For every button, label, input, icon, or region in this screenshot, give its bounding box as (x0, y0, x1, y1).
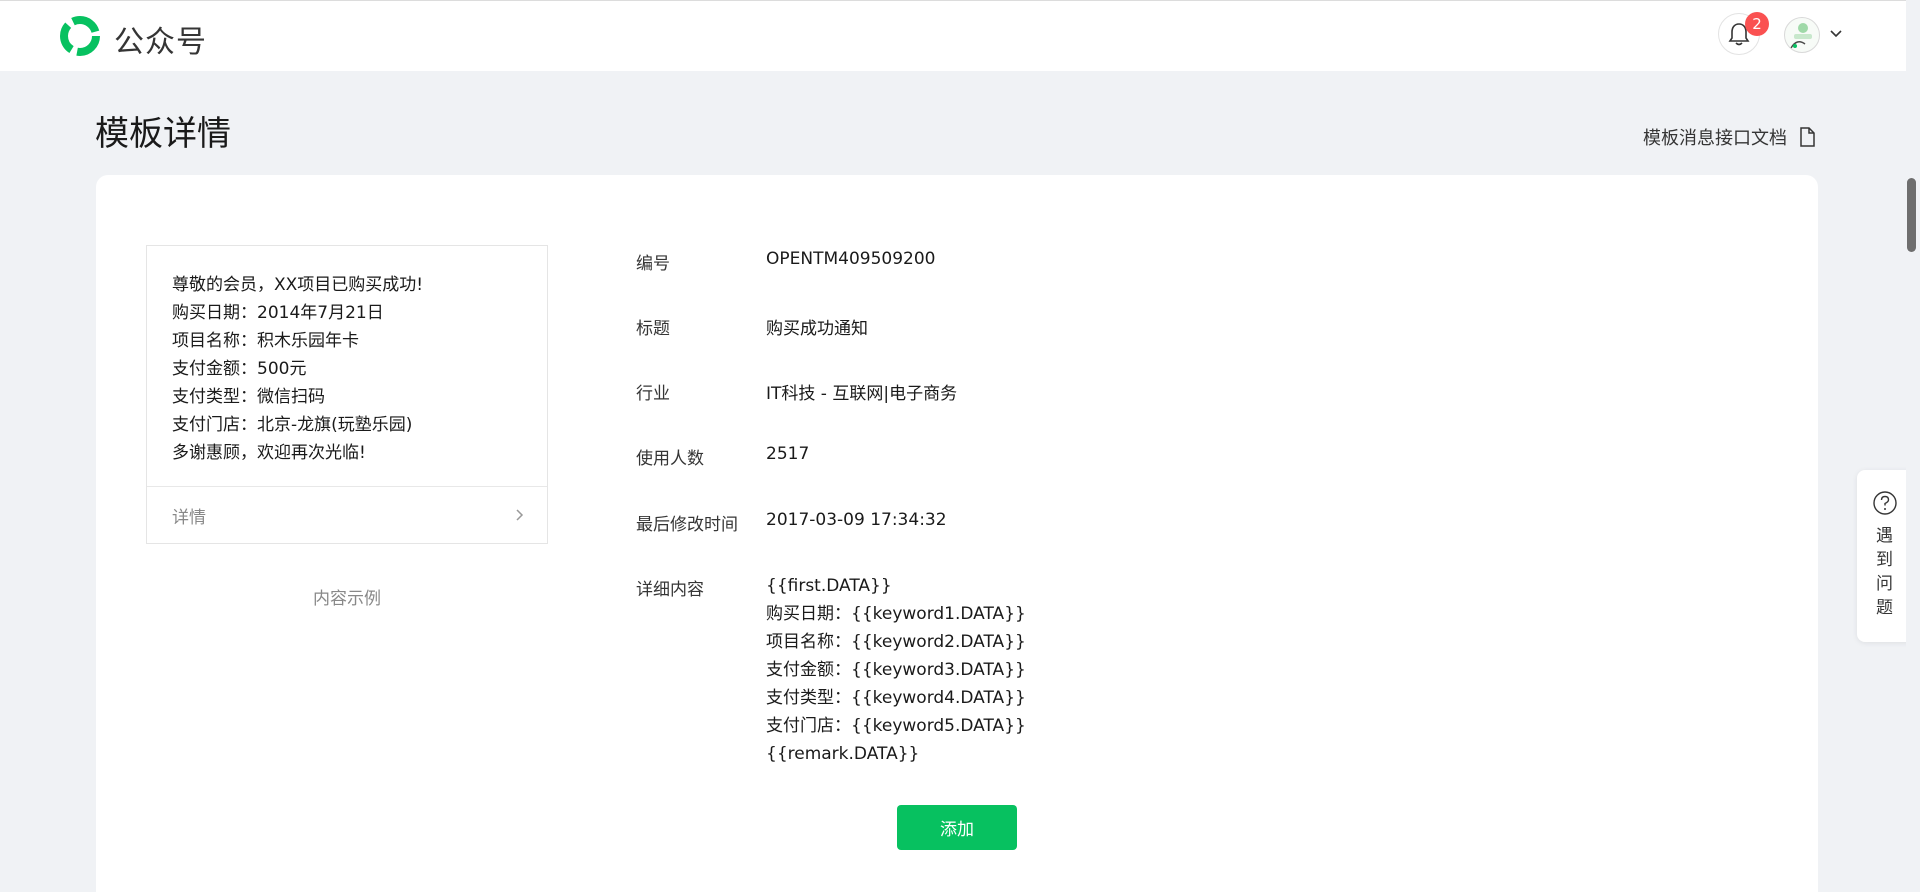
preview-line: 支付金额：500元 (172, 359, 307, 379)
detail-line: 项目名称：{{keyword2.DATA}} (766, 632, 1026, 652)
preview-line: 尊敬的会员，XX项目已购买成功! (172, 275, 424, 295)
title-label: 标题 (636, 319, 670, 339)
industry-value: IT科技 - 互联网|电子商务 (766, 384, 958, 404)
doc-link-label: 模板消息接口文档 (1643, 128, 1787, 149)
preview-line: 购买日期：2014年7月21日 (172, 303, 384, 323)
preview-details-label: 详情 (172, 507, 206, 528)
avatar-image-icon (1790, 23, 1812, 49)
detail-line: {{first.DATA}} (766, 576, 892, 596)
users-value: 2517 (766, 444, 810, 464)
message-preview-content: 尊敬的会员，XX项目已购买成功! 购买日期：2014年7月21日 项目名称：积木… (147, 246, 547, 467)
detail-line: 支付门店：{{keyword5.DATA}} (766, 716, 1026, 736)
add-template-button[interactable]: 添加 (897, 805, 1017, 850)
message-preview-card: 尊敬的会员，XX项目已购买成功! 购买日期：2014年7月21日 项目名称：积木… (146, 245, 548, 544)
industry-label: 行业 (636, 384, 670, 404)
detail-line: 支付金额：{{keyword3.DATA}} (766, 660, 1026, 680)
template-api-doc-link[interactable]: 模板消息接口文档 (1643, 124, 1815, 150)
preview-line: 支付类型：微信扫码 (172, 387, 325, 407)
detail-line: 购买日期：{{keyword1.DATA}} (766, 604, 1026, 624)
id-value: OPENTM409509200 (766, 249, 936, 269)
preview-line: 项目名称：积木乐园年卡 (172, 331, 359, 351)
help-label: 遇到问题 (1876, 526, 1893, 618)
document-icon (1800, 127, 1815, 147)
user-avatar[interactable] (1784, 17, 1820, 53)
page-scrollbar[interactable] (1906, 0, 1920, 892)
page-title: 模板详情 (95, 114, 231, 154)
modified-label: 最后修改时间 (636, 515, 738, 535)
chevron-down-icon[interactable] (1829, 29, 1843, 39)
id-label: 编号 (636, 254, 670, 274)
help-float-button[interactable]: 遇到问题 (1857, 470, 1912, 642)
detail-label: 详细内容 (636, 580, 704, 600)
preview-line: 支付门店：北京-龙旗(玩塾乐园) (172, 415, 413, 435)
users-label: 使用人数 (636, 449, 704, 469)
chevron-right-icon (516, 509, 524, 521)
preview-caption: 内容示例 (313, 589, 381, 609)
question-circle-icon (1872, 491, 1897, 515)
top-navigation-bar: 公众号 2 (0, 0, 1920, 71)
page-scrollbar-thumb[interactable] (1907, 178, 1916, 252)
preview-details-link[interactable]: 详情 (147, 486, 547, 543)
notification-count-badge: 2 (1745, 12, 1769, 36)
brand-name[interactable]: 公众号 (114, 17, 207, 61)
detail-line: {{remark.DATA}} (766, 744, 920, 764)
detail-content: {{first.DATA}} 购买日期：{{keyword1.DATA}} 项目… (766, 572, 1026, 768)
wechat-official-account-logo-icon[interactable] (60, 16, 100, 56)
title-value: 购买成功通知 (766, 319, 868, 339)
preview-line: 多谢惠顾，欢迎再次光临! (172, 443, 366, 463)
detail-line: 支付类型：{{keyword4.DATA}} (766, 688, 1026, 708)
modified-value: 2017-03-09 17:34:32 (766, 510, 947, 530)
